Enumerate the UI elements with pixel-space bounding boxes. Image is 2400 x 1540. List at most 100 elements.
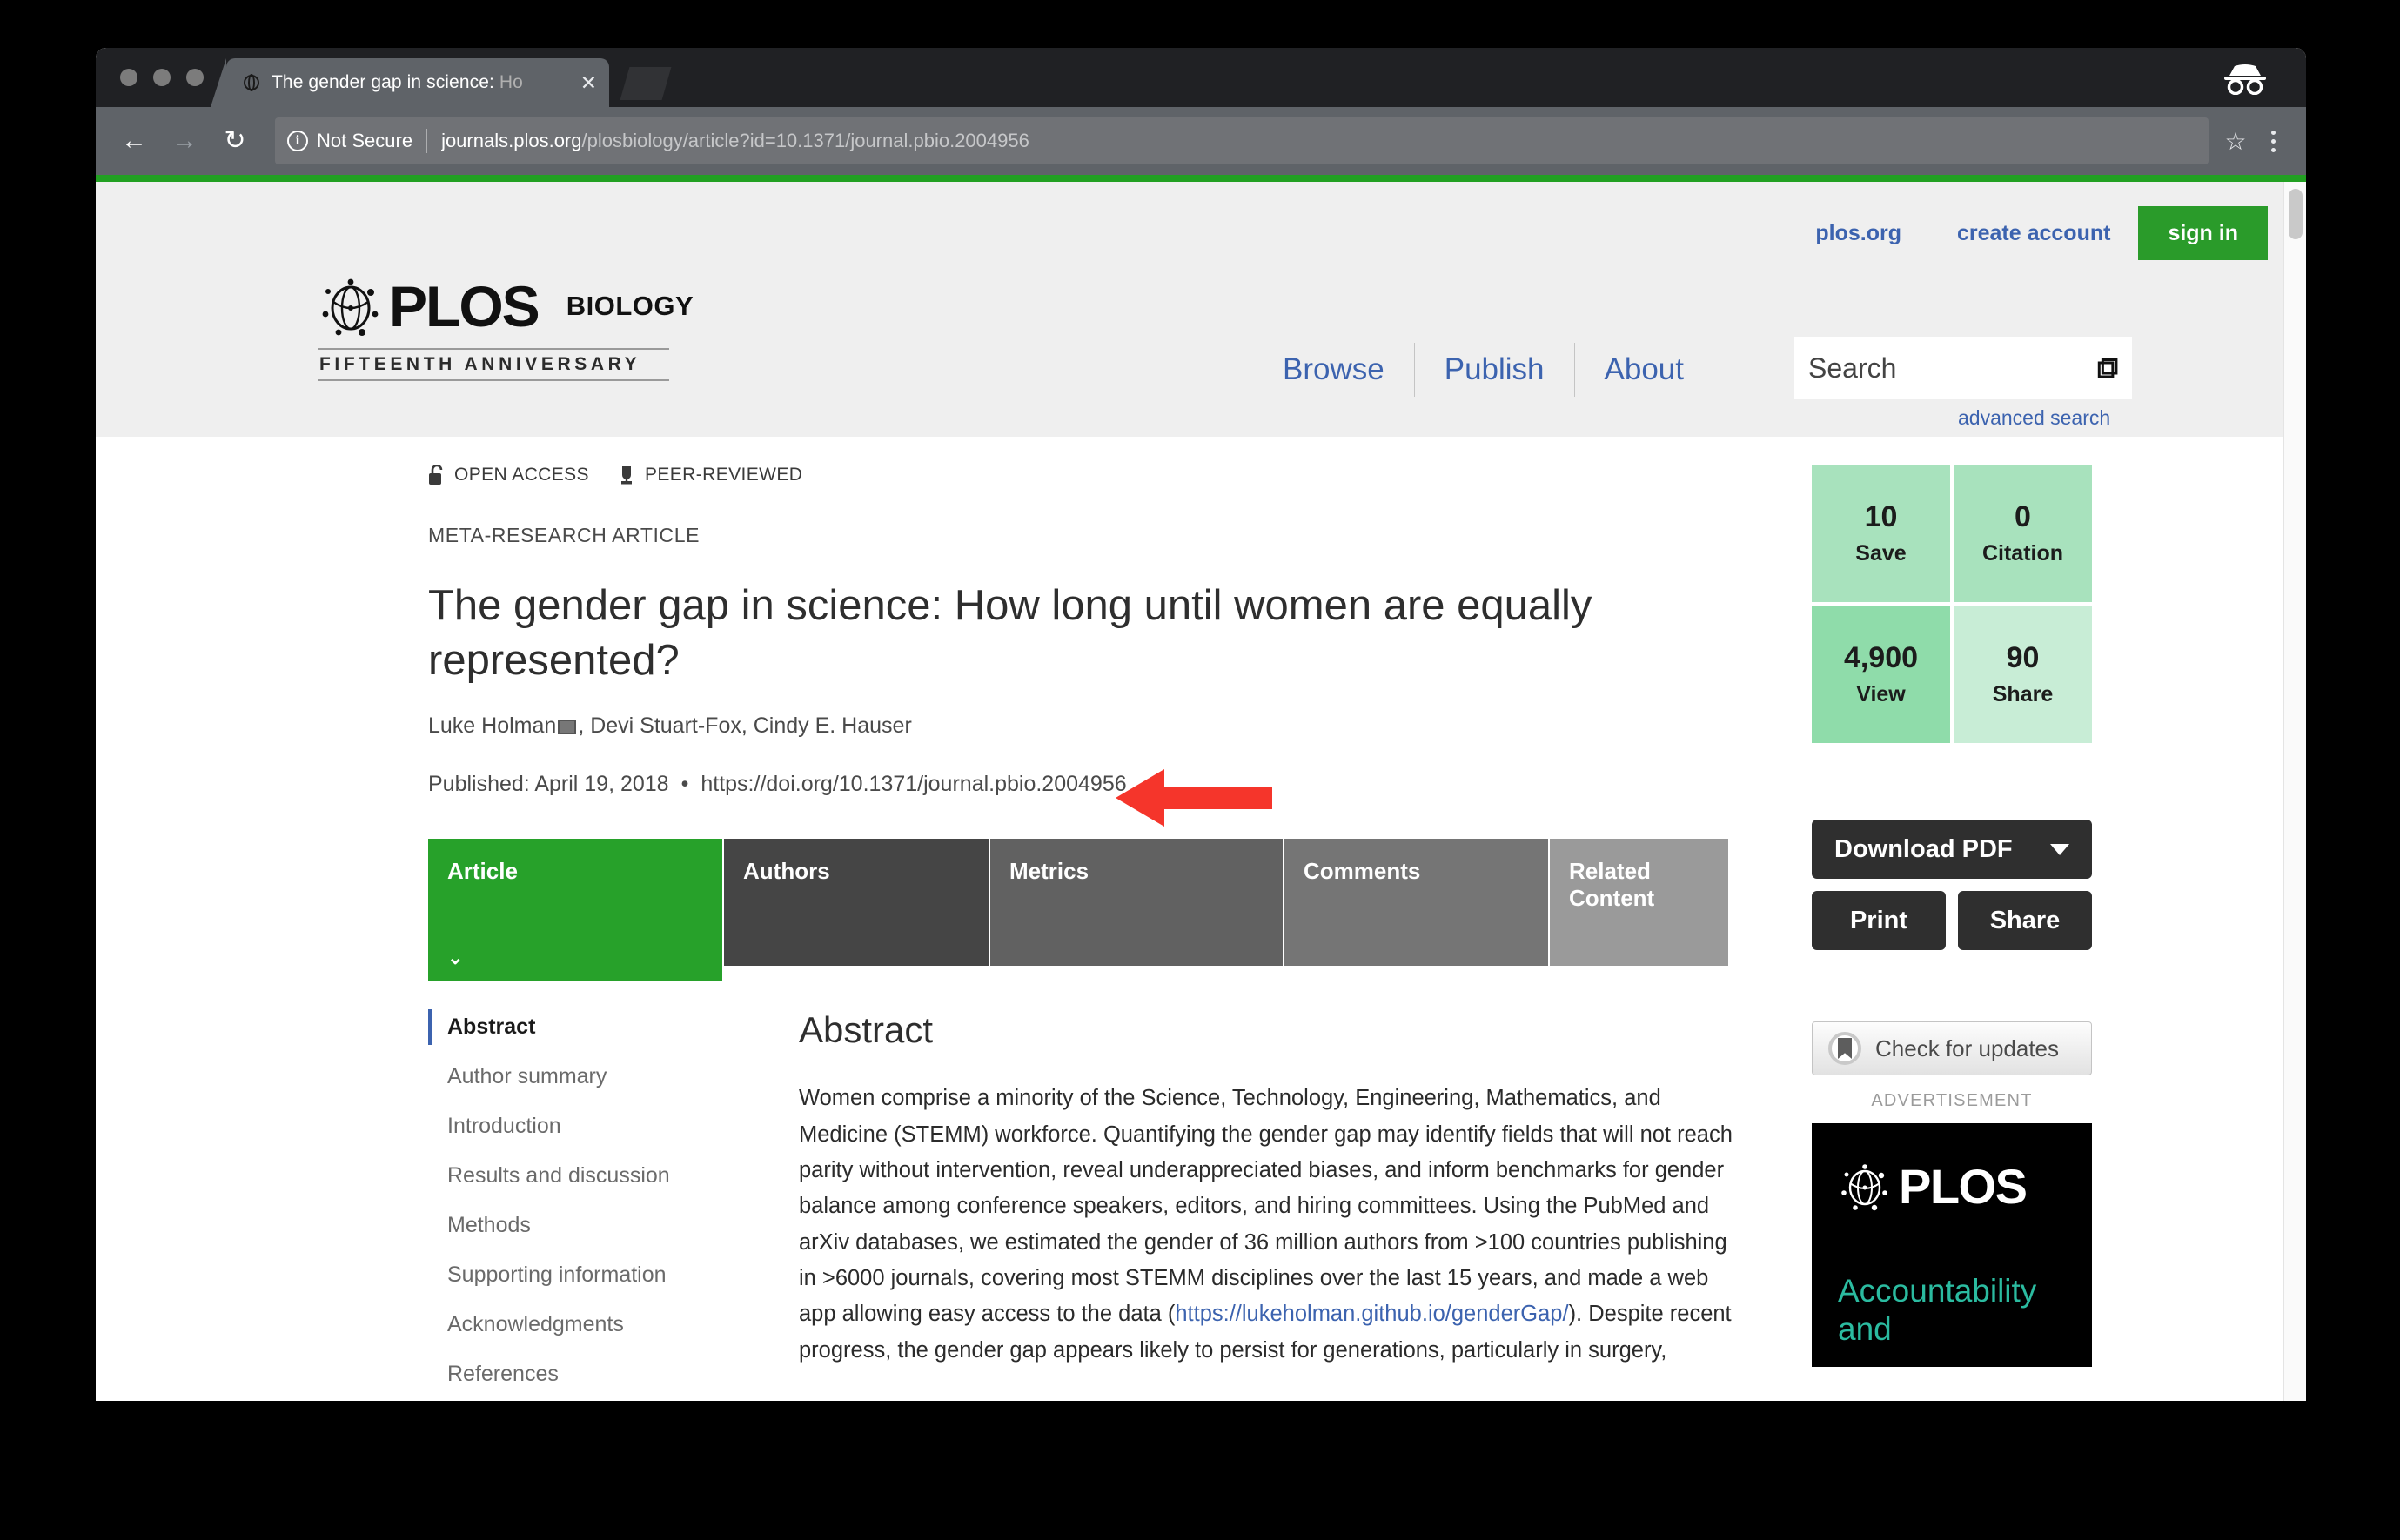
tab-title-main: The gender gap in science:	[272, 72, 499, 92]
open-access-label: OPEN ACCESS	[454, 465, 589, 485]
toc-item-author-summary[interactable]: Author summary	[428, 1059, 766, 1095]
corresponding-author-mail-icon[interactable]	[558, 720, 577, 735]
toc-item-abstract[interactable]: Abstract	[428, 1009, 766, 1046]
tab-authors-label: Authors	[743, 858, 830, 885]
check-for-updates-button[interactable]: Check for updates	[1812, 1021, 2092, 1075]
site-security-chip[interactable]: i Not Secure	[287, 130, 412, 152]
sign-in-button[interactable]: sign in	[2138, 206, 2268, 260]
maximize-window-button[interactable]	[186, 69, 204, 86]
article-lower-section: Abstract Author summary Introduction Res…	[428, 1009, 1742, 1401]
scrollbar-thumb[interactable]	[2289, 189, 2303, 239]
browser-tab[interactable]: The gender gap in science: Ho ✕	[211, 58, 609, 107]
published-date: Published: April 19, 2018	[428, 772, 669, 797]
crossmark-icon	[1828, 1032, 1861, 1065]
incognito-mode-icon	[2224, 64, 2266, 95]
browser-toolbar: ← → ↻ i Not Secure journals.plos.org/plo…	[96, 107, 2306, 175]
abstract-heading: Abstract	[799, 1009, 934, 1051]
tab-metrics[interactable]: Metrics	[990, 839, 1284, 967]
gendergap-web-app-link[interactable]: https://lukeholman.github.io/genderGap/	[1175, 1302, 1568, 1326]
article-action-buttons: Print Share	[1812, 891, 2092, 950]
utility-nav: plos.org create account sign in	[1787, 206, 2268, 260]
tab-comments[interactable]: Comments	[1284, 839, 1550, 967]
toc-item-introduction[interactable]: Introduction	[428, 1108, 766, 1144]
peer-review-icon	[620, 466, 632, 485]
toc-item-methods[interactable]: Methods	[428, 1208, 766, 1243]
metric-citation-value: 0	[2015, 500, 2031, 533]
metric-view[interactable]: 4,900 View	[1812, 606, 1950, 743]
article-type-label: META-RESEARCH ARTICLE	[428, 524, 701, 546]
browser-menu-icon[interactable]	[2256, 130, 2290, 152]
search-icon[interactable]: ⧉	[2097, 352, 2118, 385]
share-button[interactable]: Share	[1958, 891, 2092, 950]
plos-atom-logo-icon	[318, 273, 384, 339]
metric-view-label: View	[1856, 682, 1906, 706]
browser-tab-strip: The gender gap in science: Ho ✕	[96, 48, 2306, 107]
browser-tab-title: The gender gap in science: Ho	[272, 72, 573, 93]
plos-atom-logo-icon	[1838, 1160, 1892, 1214]
metric-share[interactable]: 90 Share	[1954, 606, 2092, 743]
article-sidebar: 10 Save 0 Citation 4,900 View 90 Share D…	[1812, 465, 2092, 1367]
chevron-double-down-icon[interactable]: ⌄	[447, 948, 463, 968]
main-nav: Browse Publish About	[1253, 343, 1713, 397]
page-title: The gender gap in science: How long unti…	[428, 582, 1592, 684]
url-text: journals.plos.org/plosbiology/article?id…	[441, 130, 1029, 152]
abstract-text: Women comprise a minority of the Science…	[799, 1081, 1742, 1368]
unlock-icon	[429, 465, 443, 485]
logo-anniversary-text: FIFTEENTH ANNIVERSARY	[318, 348, 669, 381]
tab-authors[interactable]: Authors	[724, 839, 990, 967]
toc-item-supporting-information[interactable]: Supporting information	[428, 1257, 766, 1293]
back-button[interactable]: ←	[111, 118, 157, 164]
search-input[interactable]: Search ⧉	[1794, 337, 2132, 399]
print-button[interactable]: Print	[1812, 891, 1946, 950]
open-access-badge: OPEN ACCESS	[428, 465, 589, 485]
peer-reviewed-label: PEER-REVIEWED	[644, 465, 803, 485]
ad-tagline: Accountability and	[1838, 1273, 2037, 1348]
search-input-placeholder: Search	[1808, 352, 1897, 384]
advertisement-banner[interactable]: PLOS Accountability and	[1812, 1123, 2092, 1367]
site-header: plos.org create account sign in PLOS BIO…	[96, 182, 2283, 437]
metric-citation[interactable]: 0 Citation	[1954, 465, 2092, 602]
metric-save[interactable]: 10 Save	[1812, 465, 1950, 602]
check-for-updates-label: Check for updates	[1875, 1034, 2060, 1061]
tab-related-content[interactable]: Related Content	[1550, 839, 1728, 967]
security-status-label: Not Secure	[317, 130, 413, 151]
plos-biology-logo[interactable]: PLOS BIOLOGY FIFTEENTH ANNIVERSARY	[318, 273, 694, 381]
logo-journal-text: BIOLOGY	[566, 291, 694, 321]
tab-related-content-label: Related Content	[1569, 858, 1655, 912]
address-bar[interactable]: i Not Secure journals.plos.org/plosbiolo…	[275, 117, 2209, 164]
peer-reviewed-badge: PEER-REVIEWED	[619, 465, 802, 485]
doi-link[interactable]: https://doi.org/10.1371/journal.pbio.200…	[701, 772, 1126, 796]
nav-publish[interactable]: Publish	[1415, 352, 1574, 387]
article-badges: OPEN ACCESS PEER-REVIEWED	[428, 465, 1742, 485]
download-pdf-button[interactable]: Download PDF	[1812, 820, 2092, 879]
minimize-window-button[interactable]	[153, 69, 171, 86]
close-tab-icon[interactable]: ✕	[580, 72, 597, 93]
plos-favicon-icon	[242, 73, 261, 92]
new-tab-button[interactable]	[620, 67, 672, 100]
nav-about[interactable]: About	[1575, 352, 1713, 387]
author-rest: , Devi Stuart-Fox, Cindy E. Hauser	[578, 713, 912, 739]
bookmark-star-icon[interactable]: ☆	[2216, 121, 2256, 161]
nav-browse[interactable]: Browse	[1253, 352, 1414, 387]
advanced-search-link[interactable]: advanced search	[1958, 406, 2110, 430]
browser-window: The gender gap in science: Ho ✕ ← → ↻ i …	[96, 48, 2306, 1401]
toc-item-references[interactable]: References	[428, 1356, 766, 1392]
chevron-down-icon[interactable]	[2050, 843, 2069, 855]
article-metrics-grid: 10 Save 0 Citation 4,900 View 90 Share	[1812, 465, 2092, 743]
toc-item-results-and-discussion[interactable]: Results and discussion	[428, 1158, 766, 1194]
logo-brand-text: PLOS	[389, 274, 540, 338]
info-circle-icon: i	[287, 131, 308, 151]
toc-item-acknowledgments[interactable]: Acknowledgments	[428, 1307, 766, 1342]
forward-button[interactable]: →	[162, 118, 207, 164]
close-window-button[interactable]	[120, 69, 137, 86]
metric-share-label: Share	[1992, 682, 2054, 706]
page-scrollbar[interactable]	[2283, 182, 2306, 1401]
tab-article[interactable]: Article ⌄	[428, 839, 724, 982]
nav-create-account[interactable]: create account	[1929, 206, 2138, 260]
reload-button[interactable]: ↻	[212, 118, 258, 164]
nav-plos-org[interactable]: plos.org	[1787, 206, 1929, 260]
metric-save-value: 10	[1864, 500, 1898, 533]
author-first: Luke Holman	[428, 713, 557, 739]
abstract-section: Abstract Women comprise a minority of th…	[766, 1009, 1742, 1401]
omnibox-divider	[426, 129, 428, 153]
